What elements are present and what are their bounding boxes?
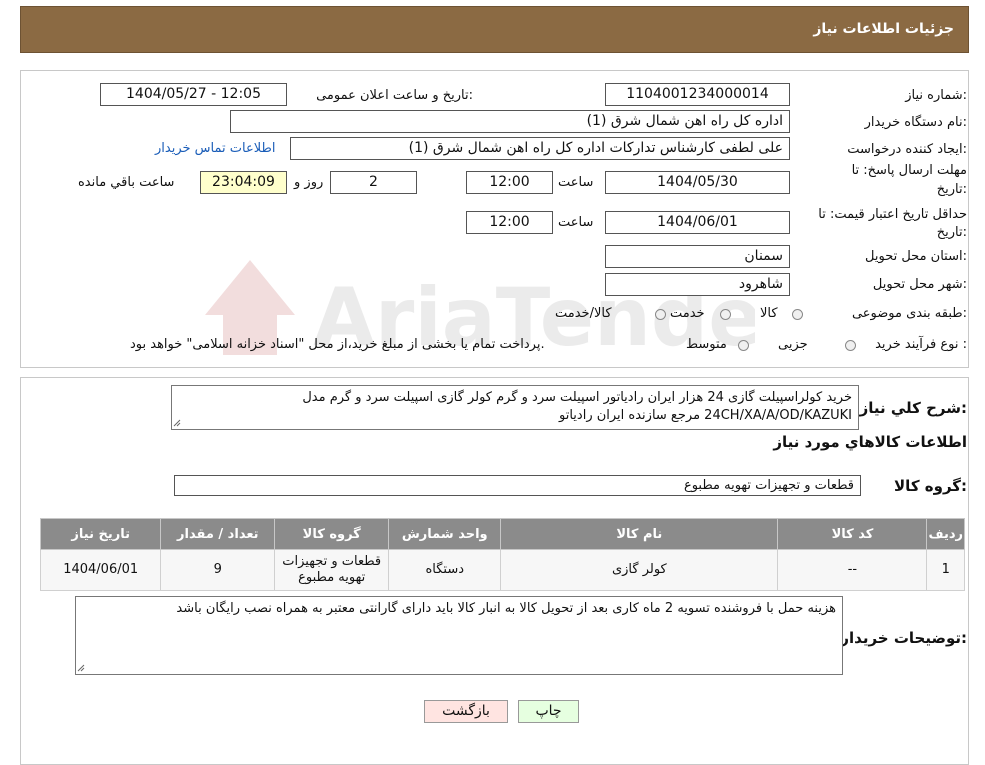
cell-quantity: 9	[160, 549, 276, 591]
process-note: پرداخت تمام یا بخشی از مبلغ خرید،از محل …	[130, 337, 545, 352]
back-button[interactable]: بازگشت	[424, 700, 508, 723]
buyer-contact-link[interactable]: اطلاعات تماس خریدار	[155, 141, 275, 156]
buyer-notes-textarea[interactable]: هزینه حمل با فروشنده تسویه 2 ماه کاری بع…	[75, 596, 843, 675]
category-option-goods-service: کالا/خدمت	[555, 306, 612, 321]
days-label: روز و	[294, 175, 324, 190]
category-radio-goods-service[interactable]	[655, 309, 666, 320]
buyer-notes-text: هزینه حمل با فروشنده تسویه 2 ماه کاری بع…	[176, 601, 836, 616]
goods-table: رديف کد کالا نام کالا واحد شمارش گروه کا…	[39, 518, 965, 591]
price-validity-label-2: تاریخ:	[936, 225, 967, 240]
remaining-time-field: 23:04:09	[200, 171, 287, 194]
requester-field: علی لطفی کارشناس تداركات اداره کل راه اه…	[290, 137, 790, 160]
table-row: 1 -- کولر گازی دستگاه قطعات و تجهیزات ته…	[39, 549, 965, 591]
send-time-label: ساعت	[558, 175, 594, 190]
send-date-field: 1404/05/30	[605, 171, 790, 194]
price-validity-date-field: 1404/06/01	[605, 211, 790, 234]
city-label: شهر محل تحویل:	[872, 277, 967, 292]
col-goods-group: گروه کالا	[274, 518, 390, 550]
cell-goods-group: قطعات و تجهیزات تهویه مطبوع	[274, 549, 390, 591]
send-time-field: 12:00	[466, 171, 553, 194]
description-textarea[interactable]: خرید کولراسپیلت گازی 24 هزار ایران رادیا…	[171, 385, 859, 430]
remaining-time-label: ساعت باقي مانده	[78, 175, 175, 190]
page-header: جزئیات اطلاعات نیاز	[20, 6, 969, 53]
send-deadline-label-2: تاریخ:	[936, 182, 967, 197]
resize-handle-icon[interactable]	[173, 419, 181, 427]
col-row-number: رديف	[926, 518, 965, 550]
col-need-date: تاریخ نیاز	[39, 518, 162, 550]
announce-datetime-field: 1404/05/27 - 12:05	[100, 83, 287, 106]
category-radio-service[interactable]	[720, 309, 731, 320]
province-label: استان محل تحویل:	[865, 249, 967, 264]
description-text: خرید کولراسپیلت گازی 24 هزار ایران رادیا…	[302, 390, 852, 423]
description-label: شرح کلي نياز:	[859, 399, 967, 417]
goods-table-header-row: رديف کد کالا نام کالا واحد شمارش گروه کا…	[39, 518, 965, 550]
send-deadline-label: مهلت ارسال پاسخ: تا	[851, 163, 967, 178]
goods-group-field: قطعات و تجهیزات تهویه مطبوع	[174, 475, 861, 496]
category-option-service: خدمت	[670, 306, 705, 321]
city-field: شاهرود	[605, 273, 790, 296]
buyer-org-label: نام دستگاه خریدار:	[864, 115, 967, 130]
price-validity-label: حداقل تاریخ اعتبار قیمت: تا	[818, 207, 967, 222]
buyer-notes-label: توضیحات خریدار:	[840, 629, 967, 647]
need-number-label: شماره نیاز:	[905, 88, 967, 103]
province-field: سمنان	[605, 245, 790, 268]
process-label: نوع فرآیند خرید :	[875, 337, 967, 352]
process-radio-medium[interactable]	[738, 340, 749, 351]
announce-datetime-label: تاریخ و ساعت اعلان عمومی:	[316, 88, 473, 103]
buyer-org-field: اداره کل راه اهن شمال شرق (1)	[230, 110, 790, 133]
goods-info-title: اطلاعات کالاهاي مورد نياز	[773, 433, 967, 451]
cell-row-number: 1	[926, 549, 965, 591]
cell-goods-code: --	[777, 549, 928, 591]
days-remaining-field: 2	[330, 171, 417, 194]
category-option-goods: کالا	[760, 306, 778, 321]
col-goods-name: نام کالا	[500, 518, 779, 550]
page-title: جزئیات اطلاعات نیاز	[813, 21, 954, 37]
requester-label: ایجاد کننده درخواست:	[847, 142, 967, 157]
process-radio-minor[interactable]	[845, 340, 856, 351]
category-radio-goods[interactable]	[792, 309, 803, 320]
col-quantity: تعداد / مقدار	[160, 518, 276, 550]
col-unit: واحد شمارش	[388, 518, 502, 550]
print-button[interactable]: چاپ	[518, 700, 579, 723]
price-validity-time-label: ساعت	[558, 215, 594, 230]
need-number-field: 1104001234000014	[605, 83, 790, 106]
resize-handle-icon[interactable]	[77, 664, 85, 672]
price-validity-time-field: 12:00	[466, 211, 553, 234]
cell-unit: دستگاه	[388, 549, 502, 591]
goods-group-label: گروه کالا:	[894, 477, 967, 495]
cell-goods-name: کولر گازی	[500, 549, 779, 591]
cell-need-date: 1404/06/01	[39, 549, 162, 591]
category-label: طبقه بندی موضوعی:	[851, 306, 967, 321]
process-option-medium: متوسط	[686, 337, 727, 352]
col-goods-code: کد کالا	[777, 518, 928, 550]
process-option-minor: جزیی	[778, 337, 808, 352]
